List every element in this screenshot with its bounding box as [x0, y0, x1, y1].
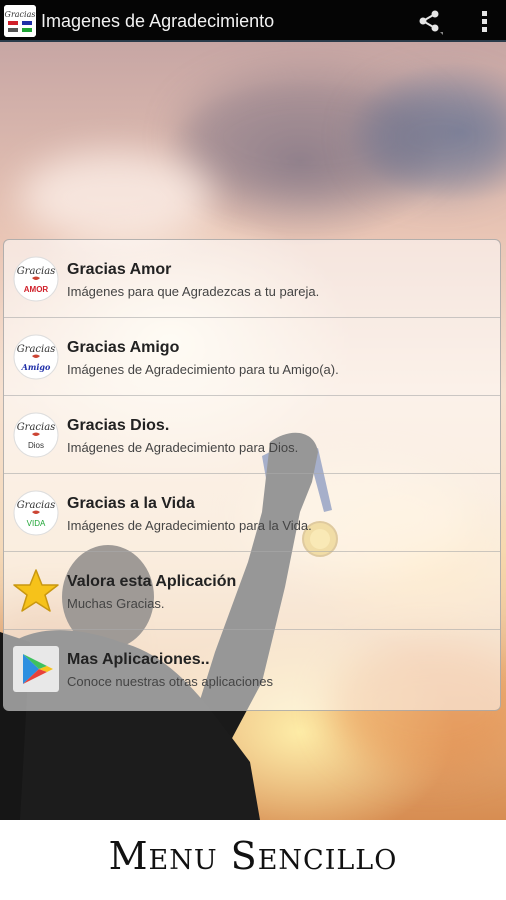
gracias-amor-icon: Gracias AMOR: [13, 256, 59, 302]
list-item-gracias-amor[interactable]: Gracias AMOR Gracias Amor Imágenes para …: [4, 240, 500, 318]
footer-caption: Menu Sencillo: [108, 834, 398, 878]
share-button[interactable]: [414, 6, 444, 36]
overflow-menu-icon: [482, 11, 487, 32]
list-item-gracias-amigo[interactable]: Gracias Amigo Gracias Amigo Imágenes de …: [4, 318, 500, 396]
list-item-valora[interactable]: Valora esta Aplicación Muchas Gracias.: [4, 552, 500, 630]
list-item-gracias-vida[interactable]: Gracias VIDA Gracias a la Vida Imágenes …: [4, 474, 500, 552]
svg-text:VIDA: VIDA: [27, 519, 46, 528]
list-item-mas-aplicaciones[interactable]: Mas Aplicaciones.. Conoce nuestras otras…: [4, 630, 500, 708]
play-store-icon: [13, 646, 59, 692]
svg-text:Amigo: Amigo: [21, 362, 51, 372]
gracias-dios-icon: Gracias Dios: [13, 412, 59, 458]
gracias-app-icon[interactable]: Gracias: [4, 5, 36, 37]
svg-text:AMOR: AMOR: [24, 285, 49, 294]
app-title: Imagenes de Agradecimiento: [41, 11, 275, 31]
item-subtitle: Imágenes de Agradecimiento para Dios.: [67, 440, 299, 455]
svg-text:Gracias: Gracias: [17, 500, 56, 511]
list-item-gracias-dios[interactable]: Gracias Dios Gracias Dios. Imágenes de A…: [4, 396, 500, 474]
menu-list: Gracias AMOR Gracias Amor Imágenes para …: [3, 239, 501, 711]
star-icon: [13, 568, 59, 614]
svg-text:Gracias: Gracias: [17, 266, 56, 277]
item-title: Mas Aplicaciones..: [67, 651, 210, 668]
item-subtitle: Imágenes de Agradecimiento para la Vida.: [67, 518, 312, 533]
item-title: Gracias Dios.: [67, 417, 170, 434]
item-subtitle: Conoce nuestras otras aplicaciones: [67, 674, 273, 689]
item-subtitle: Imágenes para que Agradezcas a tu pareja…: [67, 284, 320, 299]
item-subtitle: Muchas Gracias.: [67, 596, 165, 611]
svg-text:Dios: Dios: [28, 441, 44, 450]
svg-text:Gracias: Gracias: [17, 344, 56, 355]
gracias-vida-icon: Gracias VIDA: [13, 490, 59, 536]
gracias-amigo-icon: Gracias Amigo: [13, 334, 59, 380]
item-title: Gracias Amor: [67, 261, 172, 278]
svg-text:Gracias: Gracias: [17, 422, 56, 433]
item-title: Valora esta Aplicación: [67, 573, 237, 590]
item-subtitle: Imágenes de Agradecimiento para tu Amigo…: [67, 362, 339, 377]
share-icon: [419, 10, 443, 35]
footer-caption-bar: Menu Sencillo: [0, 820, 506, 900]
action-bar: Gracias Imagenes de Agradecimiento: [0, 0, 506, 42]
overflow-menu-button[interactable]: [470, 6, 500, 36]
item-title: Gracias Amigo: [67, 339, 180, 356]
svg-text:Gracias: Gracias: [5, 10, 36, 19]
item-title: Gracias a la Vida: [67, 495, 195, 512]
